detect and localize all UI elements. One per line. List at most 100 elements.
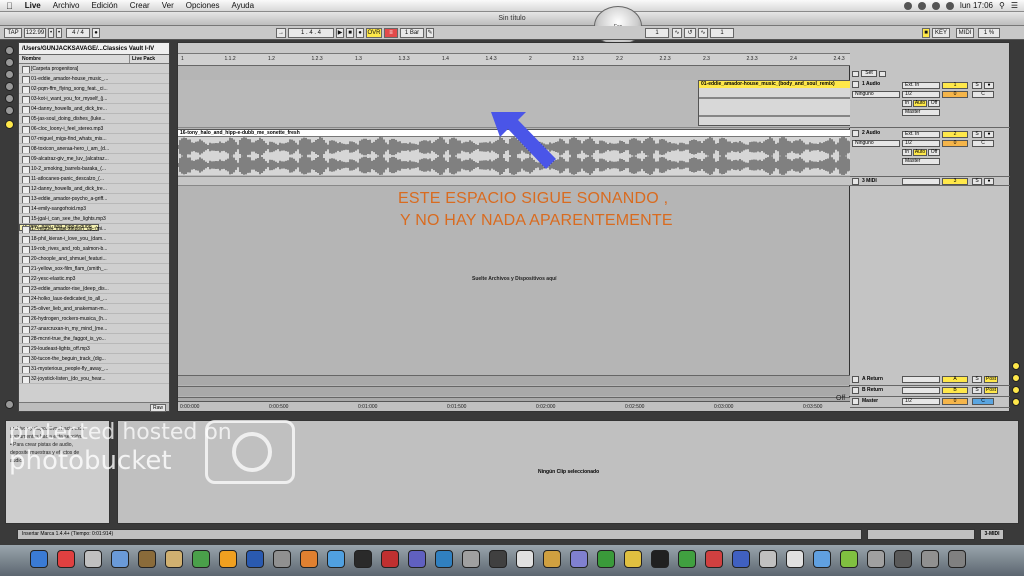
track-3-solo[interactable]: S <box>972 178 982 185</box>
set-locator-button[interactable]: Set <box>861 70 877 77</box>
browser-file-item[interactable]: 31-mysterious_people-fly_away_... <box>19 364 169 374</box>
song-position[interactable]: 1 . 4 . 4 <box>288 28 334 38</box>
return-a-output[interactable] <box>902 376 940 383</box>
dock-app-icon[interactable] <box>705 550 723 568</box>
track-2-pan[interactable]: C <box>972 140 994 147</box>
beat-time-ruler[interactable]: 1 1.1.2 1.2 1.2.3 1.3 1.3.3 1.4 1.4.3 2 2.1.3 2.2 2… <box>178 54 851 66</box>
io-toggle-icon[interactable] <box>1012 362 1020 370</box>
raw-button[interactable]: Raw <box>149 404 166 412</box>
midi-map-button[interactable]: MIDI <box>956 28 974 38</box>
file-browser-1-icon[interactable] <box>5 70 14 79</box>
dock-app-icon[interactable] <box>30 550 48 568</box>
loop-length[interactable]: 1 <box>710 28 734 38</box>
sends-toggle-icon[interactable] <box>1012 374 1020 382</box>
dock-app-icon[interactable] <box>273 550 291 568</box>
track-1-name[interactable]: 1 Audio <box>862 81 880 87</box>
browser-file-item[interactable]: 32-joystick-listen_(do_you_hear... <box>19 374 169 384</box>
dock-app-icon[interactable] <box>138 550 156 568</box>
track-1-input-channel[interactable]: 1/2 <box>902 91 940 98</box>
metronome-icon[interactable]: ● <box>92 28 100 38</box>
return-b-post[interactable]: Post <box>984 387 998 394</box>
browser-file-item[interactable]: 22-yesc-elastic.mp3 <box>19 274 169 284</box>
browser-file-item[interactable]: 17-miguel_migs-steppin_up_(mi... <box>19 224 169 234</box>
browser-file-item[interactable]: 07-miguel_migs-find_whats_mis... <box>19 134 169 144</box>
browser-file-item[interactable]: 18-phil_kieran-i_love_you_(dam... <box>19 234 169 244</box>
dock-app-icon[interactable] <box>759 550 777 568</box>
track-1-input-type[interactable]: Ext. In <box>902 82 940 89</box>
browser-file-item[interactable]: 03-kot-i_want_you_for_myself_(j... <box>19 94 169 104</box>
dock-app-icon[interactable] <box>840 550 858 568</box>
file-browser-4-icon[interactable] <box>5 106 14 115</box>
dock-app-icon[interactable] <box>624 550 642 568</box>
return-a-solo[interactable]: S <box>972 376 982 383</box>
browser-file-item[interactable]: 06-cloc_loony-i_feel_stereo.mp3 <box>19 124 169 134</box>
dock-app-icon[interactable] <box>570 550 588 568</box>
dock-app-icon[interactable] <box>921 550 939 568</box>
browser-file-item[interactable]: 25-oliver_lieb_and_snakeman-m... <box>19 304 169 314</box>
metro-icon[interactable]: • <box>48 28 54 38</box>
browser-file-item[interactable]: 19-rob_rives_and_rob_salmon-b... <box>19 244 169 254</box>
track-3-lane[interactable] <box>178 177 851 186</box>
dock-app-icon[interactable] <box>489 550 507 568</box>
track-2-monitor-in[interactable]: In <box>902 149 912 156</box>
menubar-clock[interactable]: lun 17:06 <box>960 1 993 10</box>
bluetooth-icon[interactable] <box>904 1 913 10</box>
col-live-pack[interactable]: Live Pack <box>129 55 169 63</box>
track-1-fold-icon[interactable] <box>852 81 859 88</box>
track-2-monitor-auto[interactable]: Auto <box>913 149 927 156</box>
return-a-name[interactable]: A Return <box>862 376 883 382</box>
menu-ver[interactable]: Ver <box>156 0 180 12</box>
dock-app-icon[interactable] <box>786 550 804 568</box>
return-b-name[interactable]: B Return <box>862 387 883 393</box>
browser-file-item[interactable]: 10-2_smoking_barrels-baraka_(... <box>19 164 169 174</box>
browser-file-item[interactable]: 11-atlocanes-panic_descalzo_(... <box>19 174 169 184</box>
track-1-arm-icon[interactable]: ● <box>984 82 994 89</box>
stop-icon[interactable]: ■ <box>346 28 354 38</box>
dock-app-icon[interactable] <box>597 550 615 568</box>
track-2-monitor-off[interactable]: Off <box>928 149 940 156</box>
return-b-output[interactable] <box>902 387 940 394</box>
returns-toggle-icon[interactable] <box>1012 386 1020 394</box>
collapse-browser-icon[interactable] <box>5 400 14 409</box>
dock-app-icon[interactable] <box>462 550 480 568</box>
play-icon[interactable]: ▶ <box>336 28 344 38</box>
time-signature[interactable]: 4 / 4 <box>66 28 90 38</box>
return-b-activator[interactable]: B <box>942 387 968 394</box>
browser-file-item[interactable]: [Carpeta progenitora] <box>19 64 169 74</box>
detail-view[interactable]: Ningún Clip seleccionado <box>117 420 1019 524</box>
browser-file-item[interactable]: 24-holko_laux-dedicated_to_all_... <box>19 294 169 304</box>
dock-app-icon[interactable] <box>84 550 102 568</box>
notification-icon[interactable]: ☰ <box>1011 1 1018 10</box>
track-2-fold-icon[interactable] <box>852 130 859 137</box>
track-2-volume[interactable]: 0 <box>942 140 968 147</box>
dock-app-icon[interactable] <box>381 550 399 568</box>
midi-track-status[interactable]: 3-MIDI <box>980 529 1004 540</box>
apple-menu-icon[interactable]:  <box>0 1 19 11</box>
dock-app-icon[interactable] <box>408 550 426 568</box>
return-a-lane[interactable] <box>178 375 851 385</box>
browser-file-item[interactable]: 05-jas-soul_doing_dishes_(luke... <box>19 114 169 124</box>
master-pan[interactable]: C <box>972 398 994 405</box>
menu-live[interactable]: Live <box>19 0 47 12</box>
dock-app-icon[interactable] <box>543 550 561 568</box>
menu-ayuda[interactable]: Ayuda <box>226 0 261 12</box>
volume-icon[interactable] <box>932 1 941 10</box>
punch-out-icon[interactable]: ∿ <box>698 28 708 38</box>
track-1-volume[interactable]: 0 <box>942 91 968 98</box>
dock-app-icon[interactable] <box>327 550 345 568</box>
quantize-select[interactable]: 1 Bar <box>400 28 424 38</box>
track-1-solo[interactable]: S <box>972 82 982 89</box>
track-3-input[interactable] <box>902 178 940 185</box>
spotlight-icon[interactable]: ⚲ <box>999 1 1005 10</box>
track-2-solo[interactable]: S <box>972 131 982 138</box>
dock-app-icon[interactable] <box>867 550 885 568</box>
overview-ruler[interactable] <box>178 43 851 54</box>
wifi-icon[interactable] <box>918 1 927 10</box>
track-3-arm-icon[interactable]: ● <box>984 178 994 185</box>
dock-app-icon[interactable] <box>192 550 210 568</box>
menu-opciones[interactable]: Opciones <box>180 0 226 12</box>
menu-archivo[interactable]: Archivo <box>47 0 86 12</box>
track-3-name[interactable]: 3 MIDI <box>862 178 877 184</box>
browser-file-item[interactable]: 26-hydrogen_rockers-musica_(h... <box>19 314 169 324</box>
punch-in-icon[interactable]: ∿ <box>672 28 682 38</box>
